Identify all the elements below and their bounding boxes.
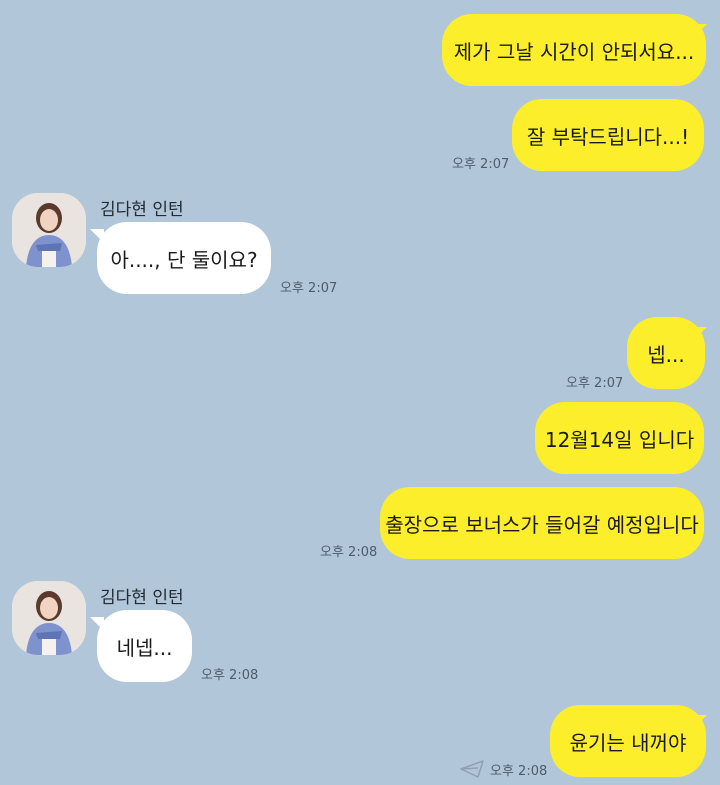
bubble-tail [693, 715, 707, 729]
outgoing-message-bubble[interactable]: 출장으로 보너스가 들어갈 예정입니다 [380, 487, 704, 559]
message-timestamp: 오후 2:08 [201, 668, 259, 683]
incoming-message-bubble[interactable]: 네넵... [97, 610, 192, 682]
avatar[interactable] [12, 193, 86, 267]
outgoing-message-bubble[interactable]: 12월14일 입니다 [535, 402, 704, 474]
message-timestamp: 오후 2:08 [320, 545, 378, 560]
paper-plane-icon [460, 760, 484, 778]
avatar[interactable] [12, 581, 86, 655]
sender-name: 김다현 인턴 [100, 200, 184, 220]
bubble-tail [693, 327, 707, 341]
message-timestamp: 오후 2:07 [566, 376, 624, 391]
message-timestamp: 오후 2:07 [280, 281, 338, 296]
bubble-tail [693, 24, 707, 38]
incoming-message-bubble[interactable]: 아...., 단 둘이요? [97, 222, 271, 294]
outgoing-message-bubble[interactable]: 제가 그날 시간이 안되서요... [442, 14, 706, 86]
outgoing-message-bubble[interactable]: 윤기는 내꺼야 [550, 705, 706, 777]
sender-name: 김다현 인턴 [100, 588, 184, 608]
profile-photo [12, 193, 86, 267]
profile-photo [12, 581, 86, 655]
message-timestamp: 오후 2:08 [490, 764, 548, 779]
message-timestamp: 오후 2:07 [452, 157, 510, 172]
outgoing-message-bubble[interactable]: 잘 부탁드립니다...! [512, 99, 704, 171]
